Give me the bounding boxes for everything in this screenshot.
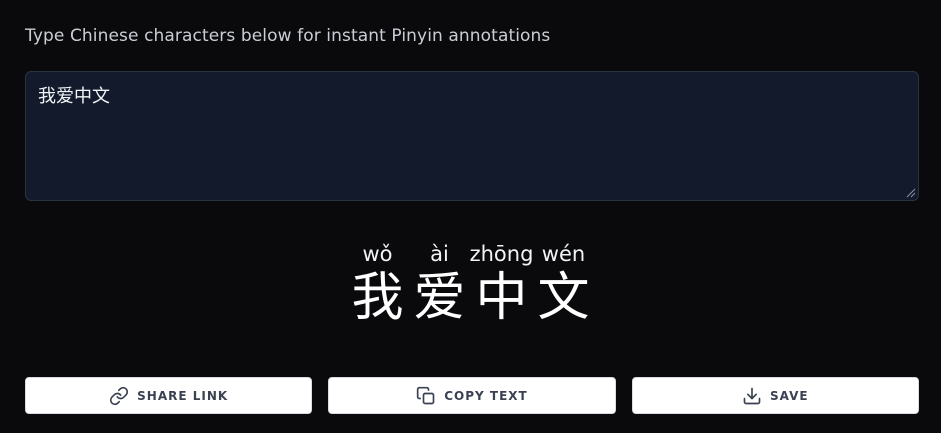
chinese-text-input[interactable] (25, 71, 919, 201)
pinyin-text: ài (430, 242, 449, 266)
instructions-text: Type Chinese characters below for instan… (25, 26, 551, 46)
hanzi-text: 文 (537, 268, 590, 328)
share-link-button[interactable]: SHARE LINK (25, 377, 313, 414)
pinyin-text: wén (541, 242, 586, 266)
hanzi-text: 爱 (413, 268, 466, 328)
link-icon (110, 386, 129, 405)
download-icon (743, 387, 761, 404)
copy-icon (417, 386, 435, 404)
pinyin-text: wǒ (362, 242, 393, 266)
copy-text-button[interactable]: COPY TEXT (328, 377, 616, 414)
pinyin-text: zhōng (469, 242, 534, 266)
annotated-char: ài 爱 (410, 240, 470, 330)
action-bar: SHARE LINK COPY TEXT SAVE (25, 377, 919, 414)
resize-handle-icon[interactable] (904, 186, 916, 198)
pinyin-output: wǒ 我 ài 爱 zhōng 中 wén 文 (0, 240, 941, 330)
copy-text-label: COPY TEXT (444, 388, 528, 403)
hanzi-text: 我 (351, 268, 404, 328)
annotated-char: wén 文 (534, 240, 594, 330)
pinyin-app: Type Chinese characters below for instan… (0, 0, 941, 433)
save-label: SAVE (770, 388, 809, 403)
annotated-char: wǒ 我 (348, 240, 408, 330)
annotation-row: wǒ 我 ài 爱 zhōng 中 wén 文 (348, 240, 594, 330)
chinese-input-container (25, 71, 919, 201)
share-link-label: SHARE LINK (137, 388, 229, 403)
annotated-char: zhōng 中 (469, 240, 534, 330)
save-button[interactable]: SAVE (631, 377, 919, 414)
hanzi-text: 中 (475, 268, 528, 328)
